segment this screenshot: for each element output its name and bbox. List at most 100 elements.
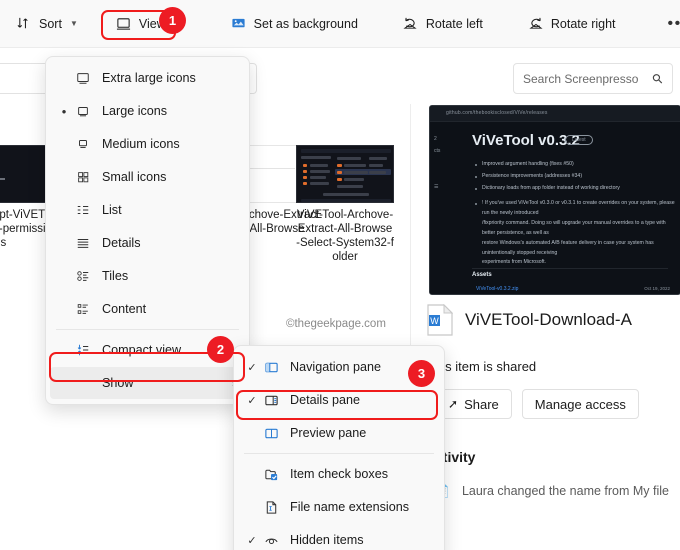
share-button[interactable]: ➚ Share bbox=[435, 389, 512, 419]
menu-item-item-check-boxes[interactable]: Item check boxes bbox=[238, 458, 440, 490]
menu-item-file-name-extensions[interactable]: File name extensions bbox=[238, 491, 440, 523]
list-icon bbox=[72, 203, 94, 217]
preview-thumbnail: github.com/thebookisclosed/ViVe/releases… bbox=[429, 105, 680, 295]
details-action-buttons: ➚ Share Manage access bbox=[435, 389, 639, 419]
preview-badge: Latest bbox=[565, 135, 593, 145]
checkmark-icon: ✓ bbox=[247, 361, 257, 374]
menu-item-label: Details bbox=[102, 236, 141, 250]
shared-status-text: his item is shared bbox=[435, 359, 537, 374]
search-box[interactable]: Search Screenpresso ⚲ bbox=[513, 63, 673, 94]
checkmark-icon: ✓ bbox=[247, 394, 257, 407]
menu-item-label: List bbox=[102, 203, 122, 217]
item-check-boxes-icon bbox=[260, 467, 282, 482]
menu-item-label: Hidden items bbox=[290, 533, 364, 547]
menu-item-label: Details pane bbox=[290, 393, 361, 407]
navigation-pane-icon bbox=[260, 360, 282, 375]
menu-item-hidden-items[interactable]: ✓ Hidden items bbox=[238, 524, 440, 550]
large-icons-icon bbox=[72, 104, 94, 118]
menu-item-extra-large-icons[interactable]: Extra large icons bbox=[50, 62, 245, 94]
preview-bullet: Improved argument handling (fixes #50) bbox=[482, 161, 574, 167]
menu-item-medium-icons[interactable]: Medium icons bbox=[50, 128, 245, 160]
sort-icon bbox=[16, 16, 32, 32]
svg-text:W: W bbox=[430, 316, 439, 326]
details-pane: github.com/thebookisclosed/ViVe/releases… bbox=[410, 104, 680, 550]
preview-url: github.com/thebookisclosed/ViVe/releases bbox=[446, 110, 548, 116]
list-item[interactable]: ViVETool-Archove-Extract-All-Browse-Sele… bbox=[296, 145, 394, 264]
menu-item-label: Tiles bbox=[102, 269, 129, 283]
more-options-button[interactable]: ••• bbox=[656, 15, 680, 33]
file-thumbnail bbox=[296, 145, 394, 203]
menu-item-label: Content bbox=[102, 302, 147, 316]
rotate-left-icon bbox=[403, 16, 419, 32]
rotate-left-button[interactable]: Rotate left bbox=[393, 8, 493, 40]
manage-access-button[interactable]: Manage access bbox=[521, 389, 639, 419]
file-name: ViVETool-Archove-Extract-All-Browse-Sele… bbox=[296, 209, 394, 263]
watermark: ©thegeekpage.com bbox=[286, 318, 386, 330]
preview-assets-label: Assets bbox=[472, 272, 492, 278]
share-button-label: Share bbox=[464, 396, 499, 412]
medium-icons-icon bbox=[72, 137, 94, 151]
details-icon bbox=[72, 236, 94, 250]
rotate-right-button[interactable]: Rotate right bbox=[518, 8, 626, 40]
annotation-badge-2: 2 bbox=[207, 336, 234, 363]
sort-button-label: Sort bbox=[39, 16, 62, 31]
menu-item-label: Navigation pane bbox=[290, 360, 382, 374]
annotation-badge-3: 3 bbox=[408, 360, 435, 387]
preview-bullet: unintentionally stopped receiving bbox=[482, 250, 558, 256]
file-thumbnail bbox=[0, 145, 46, 203]
search-input[interactable]: Search Screenpresso bbox=[523, 72, 653, 86]
set-as-background-button[interactable]: Set as background bbox=[221, 8, 368, 40]
details-file-name: ViVETool-Download-A bbox=[465, 310, 632, 329]
preview-bullet: better persistence, as well as bbox=[482, 230, 549, 236]
preview-title: ViVeTool v0.3.2 bbox=[472, 132, 580, 149]
menu-item-large-icons[interactable]: • Large icons bbox=[50, 95, 245, 127]
preview-bullet: run the newly introduced bbox=[482, 210, 539, 216]
menu-divider bbox=[244, 453, 434, 454]
menu-item-tiles[interactable]: Tiles bbox=[50, 260, 245, 292]
details-pane-menu-item[interactable]: ✓ Details pane bbox=[238, 384, 440, 416]
rotate-right-icon bbox=[528, 16, 544, 32]
share-icon: ➚ bbox=[448, 397, 459, 411]
extra-large-icons-icon bbox=[72, 71, 94, 85]
menu-item-label: Compact view bbox=[102, 343, 182, 357]
file-name-extensions-icon bbox=[260, 500, 282, 515]
menu-item-list[interactable]: List bbox=[50, 194, 245, 226]
file-name: and-Prompt-ViVETool-admin-permissions bbox=[0, 209, 46, 249]
hidden-items-icon bbox=[260, 533, 282, 548]
show-menu-item[interactable]: Show › bbox=[50, 367, 245, 399]
activity-item: 📄 Laura changed the name from My file bbox=[435, 484, 669, 498]
content-icon bbox=[72, 302, 94, 316]
tiles-icon bbox=[72, 269, 94, 283]
compact-view-icon bbox=[72, 343, 94, 357]
chevron-down-icon: ▼ bbox=[69, 19, 78, 28]
preview-bullet: experiments from Microsoft. bbox=[482, 259, 546, 265]
screenshot-root: ▼ ⟳ Search Screenpresso ⚲ and-Prompt-ViV… bbox=[0, 0, 680, 550]
selection-bullet: • bbox=[61, 103, 67, 119]
menu-item-content[interactable]: Content bbox=[50, 293, 245, 325]
details-file-header: W ViVETool-Download-A bbox=[427, 303, 632, 336]
manage-access-button-label: Manage access bbox=[534, 396, 626, 412]
preview-bullet: Dictionary loads from app folder instead… bbox=[482, 185, 620, 191]
menu-item-label: Small icons bbox=[102, 170, 167, 184]
preview-bullet: ! If you've used ViVeTool v0.3.0 or v0.3… bbox=[482, 200, 675, 206]
menu-item-small-icons[interactable]: Small icons bbox=[50, 161, 245, 193]
view-icon bbox=[116, 16, 132, 32]
preview-asset-meta: Oct 19, 2022 bbox=[644, 286, 670, 291]
details-pane-icon bbox=[260, 393, 282, 408]
preview-bullet: restore Windows's automated A/B feature … bbox=[482, 240, 654, 246]
menu-item-label: Extra large icons bbox=[102, 71, 196, 85]
sort-button[interactable]: Sort ▼ bbox=[6, 8, 88, 40]
menu-item-preview-pane[interactable]: Preview pane bbox=[238, 417, 440, 449]
toolbar: Sort ▼ View ▼ Set as background bbox=[0, 0, 680, 48]
activity-text: Laura changed the name from My file bbox=[461, 484, 670, 498]
annotation-badge-1: 1 bbox=[159, 7, 186, 34]
checkmark-icon: ✓ bbox=[247, 534, 257, 547]
file-icon: W bbox=[427, 303, 454, 336]
menu-item-label: Show bbox=[102, 376, 134, 390]
wallpaper-icon bbox=[231, 16, 247, 32]
list-item[interactable]: and-Prompt-ViVETool-admin-permissions bbox=[0, 145, 46, 250]
menu-item-label: Preview pane bbox=[290, 426, 367, 440]
menu-item-details[interactable]: Details bbox=[50, 227, 245, 259]
preview-asset-name: ViVeTool-v0.3.2.zip bbox=[476, 286, 519, 292]
menu-item-label: Item check boxes bbox=[290, 467, 388, 481]
